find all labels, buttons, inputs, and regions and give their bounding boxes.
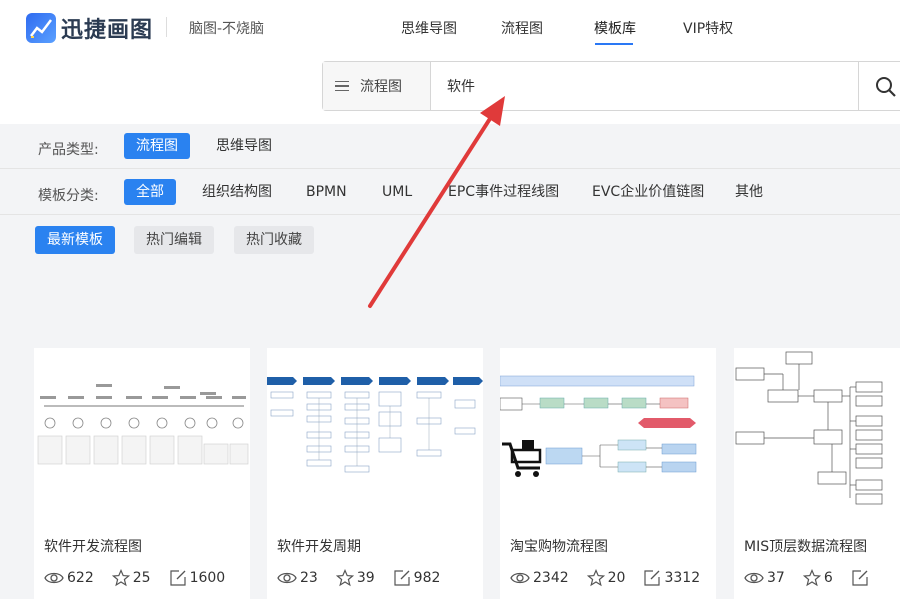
view-count: 23 bbox=[277, 569, 318, 587]
view-count: 622 bbox=[44, 569, 94, 587]
product-type-mindmap[interactable]: 思维导图 bbox=[204, 133, 284, 159]
sort-hot-favorite[interactable]: 热门收藏 bbox=[234, 226, 314, 254]
cart-icon bbox=[502, 440, 542, 477]
search-bar: 流程图 bbox=[322, 61, 900, 111]
nav-template-library[interactable]: 模板库 bbox=[594, 18, 636, 38]
edit-icon bbox=[394, 570, 410, 586]
star-icon bbox=[335, 569, 354, 587]
template-title: 软件开发流程图 bbox=[44, 539, 142, 555]
star-icon bbox=[111, 569, 130, 587]
divider bbox=[0, 214, 900, 215]
search-type-dropdown[interactable]: 流程图 bbox=[323, 62, 431, 110]
template-thumbnail bbox=[500, 348, 716, 524]
template-stats: 37 6 bbox=[744, 569, 890, 587]
edit-count[interactable]: 1600 bbox=[169, 569, 225, 587]
product-type-flowchart[interactable]: 流程图 bbox=[124, 133, 190, 159]
edit-icon bbox=[644, 570, 661, 586]
category-other[interactable]: 其他 bbox=[723, 179, 775, 205]
menu-icon bbox=[335, 81, 349, 91]
top-bar: 迅捷画图 脑图-不烧脑 思维导图 流程图 模板库 VIP特权 流程图 bbox=[0, 0, 900, 124]
edit-count[interactable]: 3312 bbox=[643, 569, 700, 587]
template-card[interactable]: 淘宝购物流程图 2342 20 3312 bbox=[500, 348, 716, 599]
edit-count[interactable] bbox=[851, 569, 872, 587]
star-count[interactable]: 25 bbox=[111, 569, 151, 587]
eye-icon bbox=[744, 572, 764, 584]
view-count: 2342 bbox=[510, 569, 569, 587]
category-org-chart[interactable]: 组织结构图 bbox=[190, 179, 284, 205]
eye-icon bbox=[277, 572, 297, 584]
divider bbox=[0, 168, 900, 169]
eye-icon bbox=[44, 572, 64, 584]
template-thumbnail bbox=[34, 348, 250, 524]
view-count: 37 bbox=[744, 569, 785, 587]
star-count[interactable]: 6 bbox=[802, 569, 833, 587]
star-count[interactable]: 20 bbox=[586, 569, 625, 587]
template-title: 软件开发周期 bbox=[277, 539, 361, 555]
category-evc[interactable]: EVC企业价值链图 bbox=[580, 179, 716, 205]
product-type-row: 产品类型: 流程图 思维导图 bbox=[0, 130, 900, 166]
category-label: 模板分类: bbox=[38, 188, 99, 204]
template-stats: 622 25 1600 bbox=[44, 569, 243, 587]
template-stats: 23 39 982 bbox=[277, 569, 458, 587]
template-title: MIS顶层数据流程图 bbox=[744, 539, 868, 555]
nav-vip[interactable]: VIP特权 bbox=[683, 18, 733, 38]
template-card[interactable]: 软件开发周期 23 39 982 bbox=[267, 348, 483, 599]
nav-active-indicator bbox=[595, 43, 633, 45]
category-uml[interactable]: UML bbox=[370, 179, 424, 205]
main-nav: 思维导图 流程图 模板库 VIP特权 bbox=[0, 18, 900, 48]
template-thumbnail bbox=[734, 348, 900, 524]
star-icon bbox=[802, 569, 821, 587]
template-stats: 2342 20 3312 bbox=[510, 569, 718, 587]
category-all[interactable]: 全部 bbox=[124, 179, 176, 205]
search-button[interactable] bbox=[858, 62, 900, 110]
category-row: 模板分类: 全部 组织结构图 BPMN UML EPC事件过程线图 EVC企业价… bbox=[0, 176, 900, 212]
nav-flowchart[interactable]: 流程图 bbox=[501, 18, 543, 38]
template-thumbnail bbox=[267, 348, 483, 524]
nav-mindmap[interactable]: 思维导图 bbox=[401, 18, 457, 38]
category-bpmn[interactable]: BPMN bbox=[294, 179, 359, 205]
template-title: 淘宝购物流程图 bbox=[510, 539, 608, 555]
product-type-label: 产品类型: bbox=[38, 142, 99, 158]
edit-icon bbox=[852, 570, 868, 586]
sort-hot-edit[interactable]: 热门编辑 bbox=[134, 226, 214, 254]
eye-icon bbox=[510, 572, 530, 584]
search-icon bbox=[876, 77, 896, 97]
category-epc[interactable]: EPC事件过程线图 bbox=[436, 179, 571, 205]
sort-latest[interactable]: 最新模板 bbox=[35, 226, 115, 254]
star-icon bbox=[586, 569, 605, 587]
star-count[interactable]: 39 bbox=[335, 569, 375, 587]
template-card[interactable]: MIS顶层数据流程图 37 6 bbox=[734, 348, 900, 599]
search-type-label: 流程图 bbox=[360, 79, 402, 95]
edit-icon bbox=[169, 570, 186, 586]
template-card[interactable]: 软件开发流程图 622 25 1600 bbox=[34, 348, 250, 599]
edit-count[interactable]: 982 bbox=[393, 569, 440, 587]
search-input[interactable] bbox=[433, 62, 857, 110]
